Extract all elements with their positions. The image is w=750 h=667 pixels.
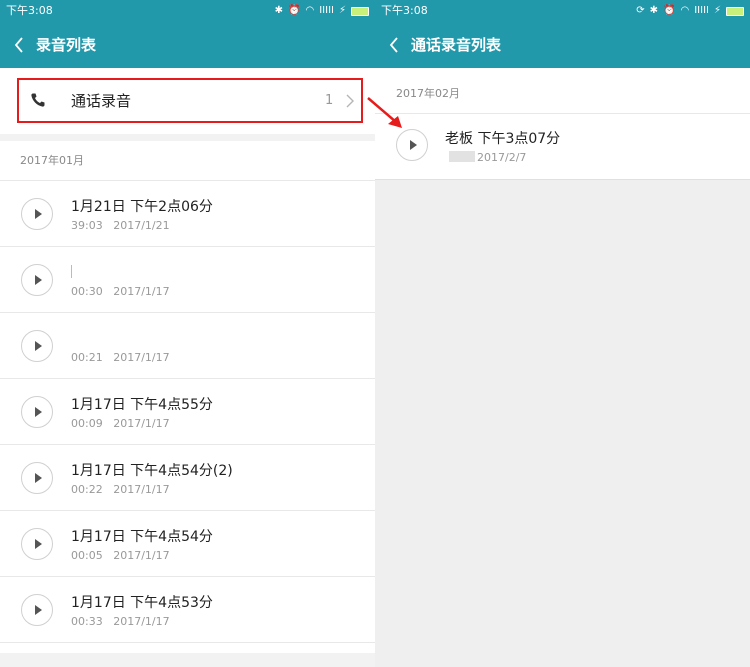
status-time: 下午3:08 bbox=[6, 4, 53, 17]
section-header: 2017年02月 bbox=[375, 68, 750, 114]
recording-row[interactable]: 1月17日 下午4点53分 00:33 2017/1/17 bbox=[0, 577, 375, 643]
charging-icon: ⚡ bbox=[713, 5, 721, 16]
play-icon[interactable] bbox=[21, 396, 53, 428]
recording-name: 老板 下午3点07分 bbox=[445, 131, 561, 147]
recording-row[interactable]: 1月17日 下午4点54分 00:05 2017/1/17 bbox=[0, 511, 375, 577]
signal-icon: IIIII bbox=[319, 5, 334, 16]
play-icon[interactable] bbox=[21, 528, 53, 560]
play-icon[interactable] bbox=[21, 198, 53, 230]
call-recordings-label: 通话录音 bbox=[71, 92, 132, 110]
back-icon[interactable] bbox=[383, 30, 405, 60]
play-icon[interactable] bbox=[21, 462, 53, 494]
title-bar: 通话录音列表 bbox=[375, 22, 750, 68]
status-icons: ✱ ⏰ ◠ IIIII ⚡ bbox=[275, 0, 369, 22]
status-time: 下午3:08 bbox=[381, 4, 428, 17]
recording-duration: 39:03 bbox=[71, 219, 103, 232]
page-title: 录音列表 bbox=[36, 36, 97, 54]
list-bottom-divider bbox=[0, 653, 375, 667]
recording-duration: 00:33 bbox=[71, 615, 103, 628]
recording-duration: 00:30 bbox=[71, 285, 103, 298]
recording-duration: 00:21 bbox=[71, 351, 103, 364]
recording-date: 2017/1/17 bbox=[113, 549, 170, 562]
alarm-icon: ⏰ bbox=[288, 5, 301, 16]
battery-icon bbox=[351, 6, 369, 16]
recording-date: 2017/1/17 bbox=[113, 483, 170, 496]
alarm-icon: ⏰ bbox=[663, 5, 676, 16]
recording-row[interactable]: 1月17日 下午4点55分 00:09 2017/1/17 bbox=[0, 379, 375, 445]
recording-date: 2017/2/7 bbox=[477, 151, 527, 164]
status-icons: ⟳ ✱ ⏰ ◠ IIIII ⚡ bbox=[636, 0, 744, 22]
call-recordings-card: 通话录音 1 bbox=[0, 68, 375, 134]
recording-row[interactable]: 老板 下午3点07分 2017/2/7 bbox=[375, 114, 750, 180]
wifi-icon: ◠ bbox=[680, 5, 690, 16]
recording-name: 1月17日 下午4点54分 bbox=[71, 529, 213, 545]
wifi-icon: ◠ bbox=[305, 5, 315, 16]
recording-name: 1月17日 下午4点55分 bbox=[71, 397, 213, 413]
recording-date: 2017/1/17 bbox=[113, 351, 170, 364]
recording-date: 2017/1/17 bbox=[113, 615, 170, 628]
recording-meta: 00:09 2017/1/17 bbox=[71, 417, 170, 430]
recordings-screen: 下午3:08 ✱ ⏰ ◠ IIIII ⚡ 录音列表 通话录音 1 2017年01… bbox=[0, 0, 375, 667]
redacted-block bbox=[449, 151, 475, 162]
call-recordings-entry[interactable]: 通话录音 1 bbox=[0, 68, 375, 134]
recording-row[interactable]: 00:21 2017/1/17 bbox=[0, 313, 375, 379]
status-bar: 下午3:08 ✱ ⏰ ◠ IIIII ⚡ bbox=[0, 0, 375, 22]
recording-meta: 00:22 2017/1/17 bbox=[71, 483, 170, 496]
recording-meta: 00:21 2017/1/17 bbox=[71, 351, 170, 364]
recording-meta: 00:30 2017/1/17 bbox=[71, 285, 170, 298]
recording-date: 2017/1/17 bbox=[113, 285, 170, 298]
recording-duration: 00:22 bbox=[71, 483, 103, 496]
recording-duration: 00:09 bbox=[71, 417, 103, 430]
recording-meta: 00:33 2017/1/17 bbox=[71, 615, 170, 628]
recording-row[interactable]: 00:30 2017/1/17 bbox=[0, 247, 375, 313]
back-icon[interactable] bbox=[8, 30, 30, 60]
recording-name: 1月21日 下午2点06分 bbox=[71, 199, 213, 215]
page-title: 通话录音列表 bbox=[411, 36, 502, 54]
play-icon[interactable] bbox=[21, 330, 53, 362]
sync-icon: ⟳ bbox=[636, 5, 645, 16]
recording-meta: 39:03 2017/1/21 bbox=[71, 219, 170, 232]
section-header: 2017年01月 bbox=[0, 141, 375, 181]
recording-row[interactable]: 1月17日 下午4点54分(2) 00:22 2017/1/17 bbox=[0, 445, 375, 511]
text-cursor bbox=[71, 265, 72, 278]
phone-icon bbox=[31, 93, 45, 107]
recording-name: 1月17日 下午4点53分 bbox=[71, 595, 213, 611]
play-icon[interactable] bbox=[396, 129, 428, 161]
recordings-list: 2017年01月 1月21日 下午2点06分 39:03 2017/1/21 0… bbox=[0, 141, 375, 667]
signal-icon: IIIII bbox=[694, 5, 709, 16]
recording-meta: 2017/2/7 bbox=[445, 151, 526, 164]
bluetooth-icon: ✱ bbox=[274, 5, 284, 16]
chevron-right-icon bbox=[346, 94, 354, 108]
recording-meta: 00:05 2017/1/17 bbox=[71, 549, 170, 562]
battery-icon bbox=[726, 6, 744, 16]
recording-row[interactable]: 1月21日 下午2点06分 39:03 2017/1/21 bbox=[0, 181, 375, 247]
play-icon[interactable] bbox=[21, 594, 53, 626]
title-bar: 录音列表 bbox=[0, 22, 375, 68]
recording-duration: 00:05 bbox=[71, 549, 103, 562]
call-recordings-count: 1 bbox=[325, 93, 334, 108]
charging-icon: ⚡ bbox=[338, 5, 346, 16]
recording-date: 2017/1/17 bbox=[113, 417, 170, 430]
recording-name: 1月17日 下午4点54分(2) bbox=[71, 463, 233, 479]
recording-date: 2017/1/21 bbox=[113, 219, 170, 232]
status-bar: 下午3:08 ⟳ ✱ ⏰ ◠ IIIII ⚡ bbox=[375, 0, 750, 22]
play-icon[interactable] bbox=[21, 264, 53, 296]
call-recordings-screen: 下午3:08 ⟳ ✱ ⏰ ◠ IIIII ⚡ 通话录音列表 2017年02月 老… bbox=[375, 0, 750, 667]
bluetooth-icon: ✱ bbox=[649, 5, 659, 16]
